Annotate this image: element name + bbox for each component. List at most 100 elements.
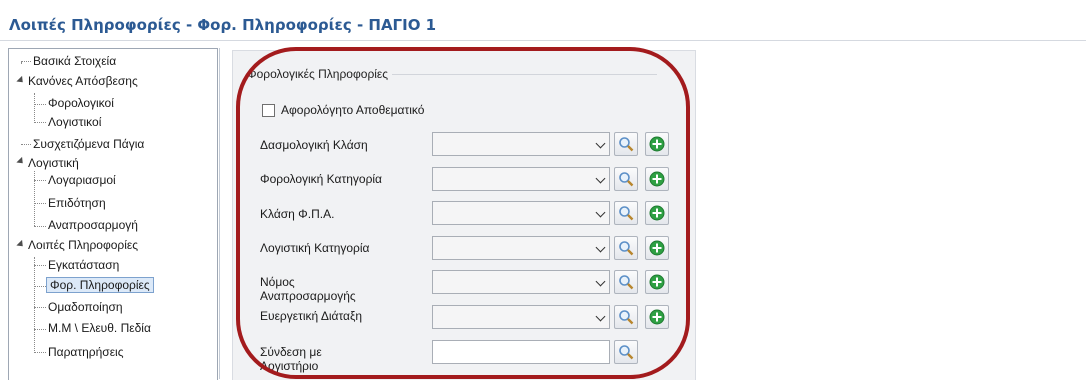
field-label-tax-category: Φορολογική Κατηγορία xyxy=(260,172,382,186)
tree-item-label: Λογαριασμοί xyxy=(48,173,116,187)
tree-item-label: Κανόνες Απόσβεσης xyxy=(28,74,138,88)
tree-item-label: Λογιστικοί xyxy=(48,115,102,129)
revaluation-law-select[interactable] xyxy=(432,270,610,294)
search-button[interactable] xyxy=(614,201,638,225)
green-plus-icon xyxy=(649,309,665,325)
expand-arrow-icon[interactable] xyxy=(16,156,26,167)
tree-item-depreciation-rules[interactable]: Κανόνες Απόσβεσης xyxy=(26,73,140,90)
window-title: Λοιπές Πληροφορίες - Φορ. Πληροφορίες - … xyxy=(9,16,437,34)
tree-item-label: Εγκατάσταση xyxy=(48,258,120,272)
tree-item-label: Αναπροσαρμογή xyxy=(48,218,138,232)
tree-item-related-assets[interactable]: Συσχετιζόμενα Πάγια xyxy=(31,136,146,153)
add-button[interactable] xyxy=(645,201,669,225)
magnifier-icon xyxy=(619,137,634,152)
tree-connector xyxy=(34,286,46,287)
tree-item-accounting[interactable]: Λογιστική xyxy=(26,155,81,172)
group-title: Φορολογικές Πληροφορίες xyxy=(247,67,393,81)
tree-connector xyxy=(34,104,46,105)
green-plus-icon xyxy=(649,171,665,187)
chevron-down-icon xyxy=(595,173,606,184)
checkbox-label: Αφορολόγητο Αποθεματικό xyxy=(281,103,425,117)
tree-item-notes[interactable]: Παρατηρήσεις xyxy=(46,344,126,361)
search-button[interactable] xyxy=(614,132,638,156)
expand-arrow-icon[interactable] xyxy=(16,239,26,250)
tree-item-tax-info[interactable]: Φορ. Πληροφορίες xyxy=(46,277,154,294)
chevron-down-icon xyxy=(595,138,606,149)
splitter[interactable] xyxy=(219,48,220,379)
chevron-down-icon xyxy=(595,207,606,218)
magnifier-icon xyxy=(619,345,634,360)
vat-class-select[interactable] xyxy=(432,201,610,225)
tree-connector xyxy=(34,307,46,308)
tree-item-tax[interactable]: Φορολογικοί xyxy=(46,95,116,112)
search-button[interactable] xyxy=(614,236,638,260)
add-button[interactable] xyxy=(645,270,669,294)
tree-connector xyxy=(34,180,46,181)
tax-category-select[interactable] xyxy=(432,167,610,191)
green-plus-icon xyxy=(649,274,665,290)
title-bar: Λοιπές Πληροφορίες - Φορ. Πληροφορίες - … xyxy=(0,0,1086,41)
add-button[interactable] xyxy=(645,132,669,156)
add-button[interactable] xyxy=(645,167,669,191)
tree-item-other-info[interactable]: Λοιπές Πληροφορίες xyxy=(26,237,140,254)
tree-connector xyxy=(34,265,46,266)
field-label-accounting-link: Σύνδεση με Λογιστήριο xyxy=(260,345,322,373)
chevron-down-icon xyxy=(595,276,606,287)
tree-connector xyxy=(34,122,46,123)
field-label-tariff-class: Δασμολογική Κλάση xyxy=(260,138,368,152)
search-button[interactable] xyxy=(614,167,638,191)
tree-item-basic-info[interactable]: Βασικά Στοιχεία xyxy=(31,53,118,70)
tree-item-label: Βασικά Στοιχεία xyxy=(33,54,117,68)
field-label-accounting-category: Λογιστική Κατηγορία xyxy=(260,241,370,255)
tree-item-revaluation[interactable]: Αναπροσαρμογή xyxy=(46,217,140,234)
expand-arrow-icon[interactable] xyxy=(16,75,26,86)
green-plus-icon xyxy=(649,136,665,152)
tree-item-label: Μ.Μ \ Ελευθ. Πεδία xyxy=(48,321,151,335)
tree-item-label: Παρατηρήσεις xyxy=(48,345,124,359)
tree-item-accounting-rules[interactable]: Λογιστικοί xyxy=(46,114,103,131)
tree-item-label: Συσχετιζόμενα Πάγια xyxy=(33,137,145,151)
tree-item-grouping[interactable]: Ομαδοποίηση xyxy=(46,299,125,316)
tree-connector xyxy=(34,93,35,123)
add-button[interactable] xyxy=(645,236,669,260)
accounting-link-input[interactable] xyxy=(432,340,610,364)
tree-item-subsidy[interactable]: Επιδότηση xyxy=(46,195,108,212)
tree-connector xyxy=(21,61,31,62)
tree-connector xyxy=(34,329,46,330)
beneficial-provision-select[interactable] xyxy=(432,305,610,329)
tree-connector xyxy=(34,257,35,353)
add-button[interactable] xyxy=(645,305,669,329)
tariff-class-select[interactable] xyxy=(432,132,610,156)
tree-item-label: Ομαδοποίηση xyxy=(48,300,123,314)
search-button[interactable] xyxy=(614,270,638,294)
tree-item-label: Επιδότηση xyxy=(48,196,106,210)
accounting-category-select[interactable] xyxy=(432,236,610,260)
magnifier-icon xyxy=(619,172,634,187)
field-label-vat-class: Κλάση Φ.Π.Α. xyxy=(260,207,335,221)
tree-connector xyxy=(34,226,46,227)
navigation-tree[interactable]: Βασικά Στοιχεία Κανόνες Απόσβεσης Φορολο… xyxy=(8,48,218,380)
magnifier-icon xyxy=(619,310,634,325)
search-button[interactable] xyxy=(614,340,638,364)
tree-item-accounts[interactable]: Λογαριασμοί xyxy=(46,172,118,189)
tree-item-label: Φορ. Πληροφορίες xyxy=(46,277,154,293)
green-plus-icon xyxy=(649,240,665,256)
field-label-revaluation-law: Νόμος Αναπροσαρμογής xyxy=(260,275,356,303)
tax-free-reserve-checkbox[interactable] xyxy=(262,104,275,117)
tree-item-label: Φορολογικοί xyxy=(48,96,114,110)
chevron-down-icon xyxy=(595,311,606,322)
tree-item-installation[interactable]: Εγκατάσταση xyxy=(46,257,121,274)
green-plus-icon xyxy=(649,205,665,221)
search-button[interactable] xyxy=(614,305,638,329)
magnifier-icon xyxy=(619,275,634,290)
chevron-down-icon xyxy=(595,242,606,253)
field-label-beneficial-provision: Ευεργετική Διάταξη xyxy=(260,309,363,323)
magnifier-icon xyxy=(619,241,634,256)
tree-connector xyxy=(34,352,46,353)
tree-item-label: Λογιστική xyxy=(28,156,79,170)
tree-connector xyxy=(21,144,31,145)
magnifier-icon xyxy=(619,206,634,221)
tree-connector xyxy=(34,203,46,204)
tree-item-label: Λοιπές Πληροφορίες xyxy=(28,238,139,252)
tree-item-units-free-fields[interactable]: Μ.Μ \ Ελευθ. Πεδία xyxy=(46,320,153,337)
